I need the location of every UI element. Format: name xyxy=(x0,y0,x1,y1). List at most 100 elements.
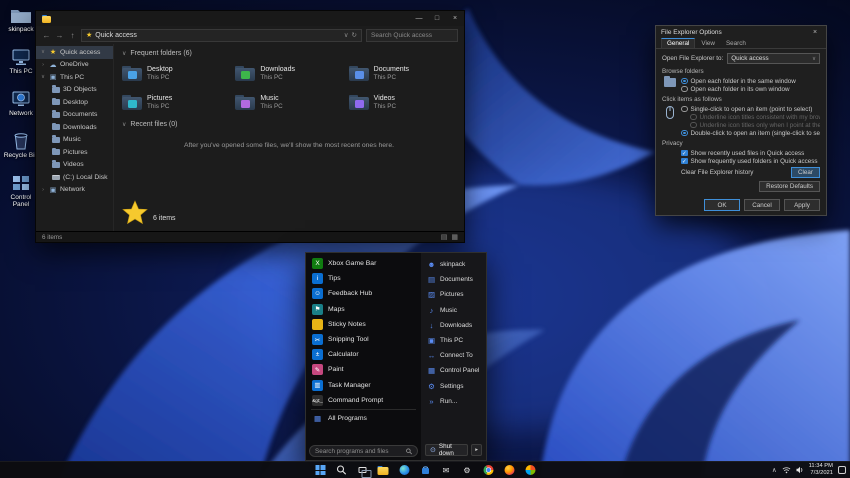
radio-single-click[interactable]: Single-click to open an item (point to s… xyxy=(681,105,820,113)
chevron-right-icon[interactable]: › xyxy=(40,187,46,193)
chevron-down-icon[interactable]: ∨ xyxy=(40,74,46,80)
radio-icon[interactable] xyxy=(681,105,688,113)
taskbar-file-explorer[interactable] xyxy=(377,465,389,476)
sidebar-item-videos[interactable]: Videos xyxy=(36,159,113,172)
app-item-command-prompt[interactable]: &gt;_ Command Prompt xyxy=(309,393,418,408)
start-search-box[interactable] xyxy=(309,445,418,457)
chevron-right-icon[interactable]: › xyxy=(40,62,46,68)
checkbox-icon[interactable]: ✓ xyxy=(681,149,688,157)
tab-general[interactable]: General xyxy=(661,38,696,48)
folder-tile-downloads[interactable]: Downloads This PC xyxy=(235,61,342,85)
taskbar-edge[interactable] xyxy=(399,465,410,476)
shutdown-options-arrow[interactable]: ▸ xyxy=(471,444,482,456)
app-item-task-manager[interactable]: ▥ Task Manager xyxy=(309,378,418,393)
address-dropdown-icon[interactable]: ∨ xyxy=(344,31,349,39)
app-item-maps[interactable]: ⚑ Maps xyxy=(309,302,418,317)
radio-same-window[interactable]: Open each folder in the same window xyxy=(681,77,820,85)
radio-underline-browser[interactable]: Underline icon titles consistent with my… xyxy=(681,113,820,121)
taskbar-firefox[interactable] xyxy=(504,465,515,476)
app-item-tips[interactable]: i Tips xyxy=(309,271,418,286)
shutdown-button[interactable]: ⊙ Shut down xyxy=(425,443,469,457)
radio-icon[interactable] xyxy=(690,121,697,129)
app-item-sticky-notes[interactable]: Sticky Notes xyxy=(309,317,418,332)
app-item-feedback-hub[interactable]: ☺ Feedback Hub xyxy=(309,286,418,301)
sidebar-item-3d-objects[interactable]: 3D Objects xyxy=(36,84,113,97)
sidebar-item-documents[interactable]: Documents xyxy=(36,109,113,122)
wifi-icon[interactable] xyxy=(782,466,791,474)
place-item-connect-to[interactable]: ↔ Connect To xyxy=(424,348,483,363)
app-item-xbox-game-bar[interactable]: X Xbox Game Bar xyxy=(309,256,418,271)
radio-icon[interactable] xyxy=(681,85,688,93)
radio-double-click[interactable]: Double-click to open an item (single-cli… xyxy=(681,129,820,137)
place-item-settings[interactable]: ⚙ Settings xyxy=(424,379,483,394)
folder-tile-documents[interactable]: Documents This PC xyxy=(348,61,456,85)
app-item-snipping-tool[interactable]: ✂ Snipping Tool xyxy=(309,332,418,347)
restore-defaults-button[interactable]: Restore Defaults xyxy=(759,181,820,192)
close-button[interactable]: × xyxy=(446,11,464,26)
all-programs-item[interactable]: ▦ All Programs xyxy=(309,411,418,426)
tray-overflow-chevron-icon[interactable]: ∧ xyxy=(772,466,777,474)
checkbox-recent-files[interactable]: ✓ Show recently used files in Quick acce… xyxy=(681,149,820,157)
folder-tile-pictures[interactable]: Pictures This PC xyxy=(122,90,229,114)
forward-icon[interactable]: → xyxy=(55,31,64,40)
sidebar-item-music[interactable]: Music xyxy=(36,134,113,147)
chevron-down-icon[interactable]: ∨ xyxy=(40,49,46,55)
explorer-search-box[interactable] xyxy=(366,28,458,42)
place-item-control-panel[interactable]: ▦ Control Panel xyxy=(424,363,483,378)
radio-icon[interactable] xyxy=(681,129,688,137)
taskbar-search-button[interactable] xyxy=(336,465,347,476)
clear-button[interactable]: Clear xyxy=(790,167,820,178)
place-item-music[interactable]: ♪ Music xyxy=(424,303,483,318)
taskbar-chrome[interactable] xyxy=(483,465,494,476)
radio-own-window[interactable]: Open each folder in its own window xyxy=(681,85,820,93)
radio-icon[interactable] xyxy=(681,77,688,85)
sidebar-item-onedrive[interactable]: › ☁ OneDrive xyxy=(36,59,113,72)
refresh-icon[interactable]: ↻ xyxy=(352,31,357,39)
folder-tile-music[interactable]: Music This PC xyxy=(235,90,342,114)
taskbar-settings[interactable]: ⚙ xyxy=(462,465,473,476)
checkbox-icon[interactable]: ✓ xyxy=(681,157,688,165)
folder-tile-videos[interactable]: Videos This PC xyxy=(348,90,456,114)
sidebar-item-quick-access[interactable]: ∨ ★ Quick access xyxy=(36,46,113,59)
frequent-folders-header[interactable]: ∨ Frequent folders (6) xyxy=(122,50,456,57)
dialog-close-icon[interactable]: × xyxy=(809,29,821,36)
volume-icon[interactable] xyxy=(796,466,804,474)
start-search-input[interactable] xyxy=(315,447,403,455)
tab-view[interactable]: View xyxy=(696,39,720,48)
apply-button[interactable]: Apply xyxy=(784,199,820,211)
sidebar-item-desktop[interactable]: Desktop xyxy=(36,96,113,109)
maximize-button[interactable]: □ xyxy=(428,11,446,26)
folder-tile-desktop[interactable]: Desktop This PC xyxy=(122,61,229,85)
sidebar-item-downloads[interactable]: Downloads xyxy=(36,121,113,134)
recent-files-header[interactable]: ∨ Recent files (0) xyxy=(122,121,456,128)
place-item-this-pc[interactable]: ▣ This PC xyxy=(424,333,483,348)
place-item-run[interactable]: » Run... xyxy=(424,394,483,409)
taskbar-clock[interactable]: 11:34 PM 7/3/2021 xyxy=(809,463,833,476)
back-icon[interactable]: ← xyxy=(42,31,51,40)
list-view-icon[interactable]: ▤ xyxy=(441,233,448,241)
place-item-documents[interactable]: ▤ Documents xyxy=(424,272,483,287)
taskbar-photos[interactable] xyxy=(525,465,536,476)
start-button[interactable] xyxy=(315,465,326,476)
task-view-button[interactable] xyxy=(357,465,371,478)
explorer-search-input[interactable] xyxy=(371,31,453,39)
app-item-paint[interactable]: ✎ Paint xyxy=(309,362,418,377)
cancel-button[interactable]: Cancel xyxy=(744,199,780,211)
app-item-calculator[interactable]: ± Calculator xyxy=(309,347,418,362)
ok-button[interactable]: OK xyxy=(704,199,740,211)
checkbox-frequent-folders[interactable]: ✓ Show frequently used folders in Quick … xyxy=(681,157,820,165)
tab-search[interactable]: Search xyxy=(721,39,751,48)
sidebar-item-local-disk-c[interactable]: (C:) Local Disk xyxy=(36,171,113,184)
open-to-dropdown[interactable]: Quick access ∨ xyxy=(727,53,820,64)
minimize-button[interactable]: — xyxy=(410,11,428,26)
notification-center-icon[interactable] xyxy=(838,466,846,474)
sidebar-item-network[interactable]: › ▣ Network xyxy=(36,184,113,197)
address-bar[interactable]: ★ Quick access ∨ ↻ xyxy=(81,28,362,42)
taskbar-store[interactable] xyxy=(420,465,431,476)
radio-icon[interactable] xyxy=(690,113,697,121)
sidebar-item-this-pc[interactable]: ∨ ▣ This PC xyxy=(36,71,113,84)
taskbar-mail[interactable]: ✉ xyxy=(441,465,452,476)
place-item-pictures[interactable]: ▨ Pictures xyxy=(424,287,483,302)
place-item-downloads[interactable]: ↓ Downloads xyxy=(424,318,483,333)
place-item-skinpack[interactable]: ☻ skinpack xyxy=(424,257,483,272)
